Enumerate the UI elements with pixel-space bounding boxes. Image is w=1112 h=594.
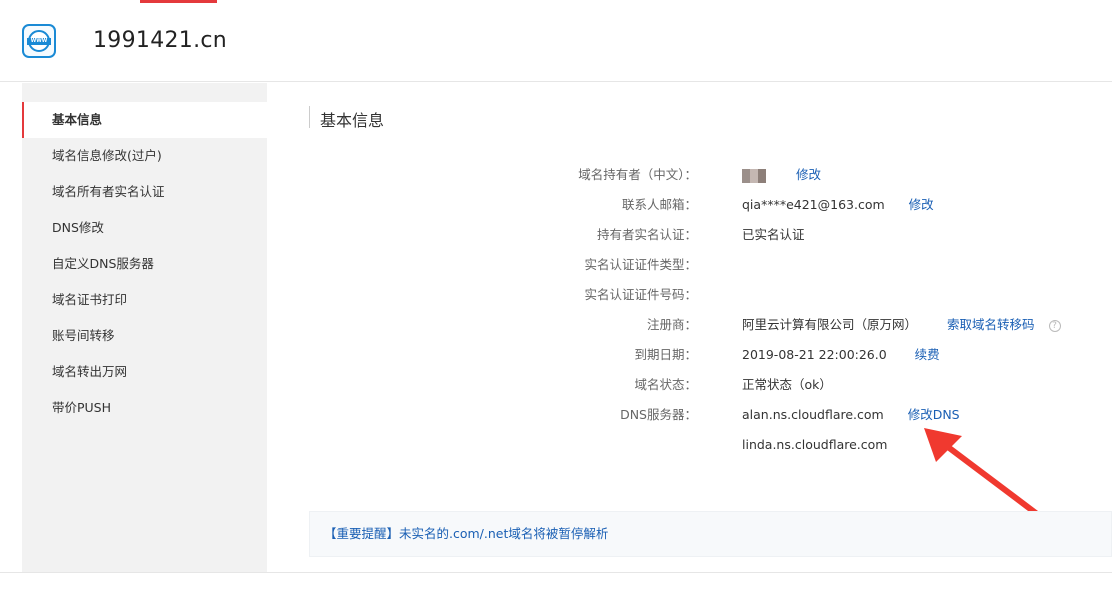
request-transfer-code-link[interactable]: 索取域名转移码 [947, 317, 1035, 332]
renew-link[interactable]: 续费 [915, 347, 940, 362]
section-divider [309, 106, 310, 128]
info-label: DNS服务器： [620, 407, 697, 422]
info-label: 实名认证证件类型： [584, 257, 697, 272]
info-value: 阿里云计算有限公司（原万网） [742, 317, 918, 332]
sidebar-item-modify-info[interactable]: 域名信息修改(过户) [22, 138, 267, 174]
info-value: 2019-08-21 22:00:26.0 [742, 347, 887, 362]
info-value: qia****e421@163.com [742, 197, 885, 212]
sidebar-item-certificate-print[interactable]: 域名证书打印 [22, 282, 267, 318]
sidebar-item-push[interactable]: 带价PUSH [22, 390, 267, 426]
important-notice: 【重要提醒】未实名的.com/.net域名将被暂停解析 [309, 511, 1112, 557]
sidebar-item-transfer-out[interactable]: 域名转出万网 [22, 354, 267, 390]
sidebar-item-account-transfer[interactable]: 账号间转移 [22, 318, 267, 354]
sidebar-item-dns-modify[interactable]: DNS修改 [22, 210, 267, 246]
page-header: WWW 1991421.cn [0, 0, 1112, 82]
redacted-holder-name [742, 168, 766, 183]
info-label: 联系人邮箱： [621, 197, 697, 212]
section-title: 基本信息 [320, 111, 385, 130]
info-label: 实名认证证件号码： [584, 287, 697, 302]
www-globe-icon: WWW [22, 24, 56, 58]
info-label: 域名状态： [634, 377, 697, 392]
modify-email-link[interactable]: 修改 [909, 197, 934, 212]
sidebar-item-custom-dns[interactable]: 自定义DNS服务器 [22, 246, 267, 282]
question-circle-icon[interactable]: ? [1048, 319, 1061, 332]
sidebar-item-basic-info[interactable]: 基本信息 [22, 102, 267, 138]
sidebar: 基本信息 域名信息修改(过户) 域名所有者实名认证 DNS修改 自定义DNS服务… [22, 83, 267, 572]
footer-divider [0, 572, 1112, 573]
modify-holder-link[interactable]: 修改 [796, 167, 821, 182]
info-value: linda.ns.cloudflare.com [742, 437, 888, 452]
info-value: 正常状态（ok） [742, 377, 832, 392]
info-value: alan.ns.cloudflare.com [742, 407, 884, 422]
domain-title: 1991421.cn [93, 28, 228, 53]
info-value: 已实名认证 [742, 227, 805, 242]
info-label: 注册商： [646, 317, 697, 332]
info-label: 持有者实名认证： [596, 227, 697, 242]
info-label: 到期日期： [634, 347, 697, 362]
sidebar-item-real-name-auth[interactable]: 域名所有者实名认证 [22, 174, 267, 210]
info-label: 域名持有者（中文）： [578, 167, 697, 182]
